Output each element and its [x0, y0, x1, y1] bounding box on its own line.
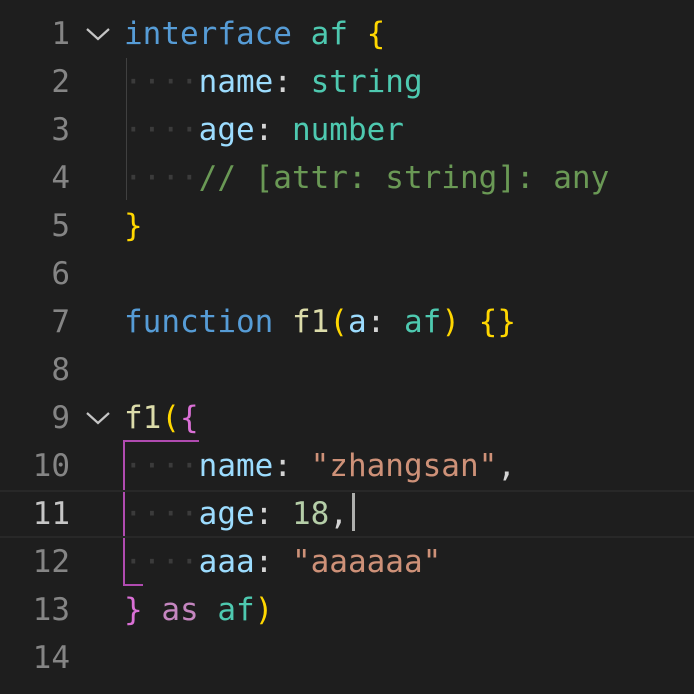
code-token: // [attr: string]: any [198, 160, 610, 196]
line-number: 11 [32, 496, 70, 532]
code-token: number [291, 112, 404, 148]
code-token: , [329, 496, 348, 532]
code-line[interactable]: 4 ····// [attr: string]: any [0, 154, 694, 202]
line-number: 2 [51, 64, 70, 100]
line-number: 6 [51, 256, 70, 292]
line-code: } as af) [124, 586, 273, 634]
code-token: f1 [291, 304, 330, 340]
code-token: { [180, 400, 199, 436]
code-line[interactable]: 2 ····name: string [0, 58, 694, 106]
line-code: interface af { [124, 10, 385, 58]
line-code: ····aaa: "aaaaaa" [124, 538, 441, 586]
line-code: function f1(a: af) {} [124, 298, 516, 346]
code-token: } [124, 592, 143, 628]
line-number: 12 [32, 544, 70, 580]
code-line[interactable]: 3 ····age: number [0, 106, 694, 154]
chevron-down-icon[interactable] [84, 408, 112, 428]
code-token: af [310, 16, 348, 52]
line-number: 10 [32, 448, 70, 484]
code-token: aaa [198, 544, 255, 580]
code-line[interactable]: 14 [0, 634, 694, 682]
text-cursor [352, 493, 355, 531]
code-token: ) [254, 592, 274, 628]
line-number: 13 [32, 592, 70, 628]
code-token: function [124, 304, 274, 340]
code-token: : [273, 64, 311, 100]
code-line[interactable]: 1 interface af { [0, 10, 694, 58]
code-line[interactable]: 9 f1({ [0, 394, 694, 442]
whitespace-marker: ···· [124, 544, 199, 580]
code-token: af [217, 592, 255, 628]
code-line[interactable]: 12 ····aaa: "aaaaaa" [0, 538, 694, 586]
code-line[interactable]: 5} [0, 202, 694, 250]
code-line[interactable]: 7 function f1(a: af) {} [0, 298, 694, 346]
code-token: ( [161, 400, 180, 436]
code-line[interactable]: 6 [0, 250, 694, 298]
line-number: 9 [51, 400, 70, 436]
code-token: name [198, 64, 274, 100]
code-token: : [254, 544, 292, 580]
code-editor[interactable]: 1 interface af {2 ····name: string 3 ····age… [0, 0, 694, 694]
code-token: a [347, 304, 367, 340]
code-token: name [198, 448, 274, 484]
line-number: 1 [51, 16, 70, 52]
code-token: as [161, 592, 199, 628]
code-line[interactable]: 10 ····name: "zhangsan", [0, 442, 694, 490]
code-token: interface [124, 16, 292, 52]
code-token: : [273, 448, 311, 484]
code-token: {} [478, 304, 516, 340]
code-token: af [403, 304, 442, 340]
code-token: age [198, 496, 255, 532]
code-token: ) [441, 304, 460, 340]
code-token: : [366, 304, 404, 340]
code-token: : [254, 112, 292, 148]
whitespace-marker: ···· [124, 64, 199, 100]
code-line[interactable]: 13} as af) [0, 586, 694, 634]
whitespace-marker: ···· [124, 496, 199, 532]
code-token: f1 [124, 400, 162, 436]
line-number: 8 [51, 352, 70, 388]
line-number: 7 [51, 304, 70, 340]
line-code: f1({ [124, 394, 199, 442]
code-token: age [198, 112, 255, 148]
line-number: 14 [32, 640, 70, 676]
code-token: 18 [291, 496, 330, 532]
code-line[interactable]: 8 [0, 346, 694, 394]
code-token: "zhangsan" [310, 448, 498, 484]
line-code: ····// [attr: string]: any [124, 154, 609, 202]
code-token: , [497, 448, 516, 484]
whitespace-marker: ···· [124, 112, 199, 148]
line-code: ····age: 18, [124, 490, 348, 538]
code-token: string [310, 64, 423, 100]
code-token: ( [329, 304, 348, 340]
code-line[interactable]: 11 ····age: 18, [0, 490, 694, 538]
line-number: 3 [51, 112, 70, 148]
code-token: { [366, 16, 386, 52]
line-number: 5 [51, 208, 70, 244]
line-code: ····age: number [124, 106, 404, 154]
whitespace-marker: ···· [124, 448, 199, 484]
line-number: 4 [51, 160, 70, 196]
code-token: } [124, 208, 143, 244]
code-token: : [254, 496, 292, 532]
line-code: ····name: "zhangsan", [124, 442, 516, 490]
code-token: "aaaaaa" [291, 544, 442, 580]
chevron-down-icon[interactable] [84, 24, 112, 44]
whitespace-marker: ···· [124, 160, 199, 196]
line-code: } [124, 202, 143, 250]
line-code: ····name: string [124, 58, 423, 106]
